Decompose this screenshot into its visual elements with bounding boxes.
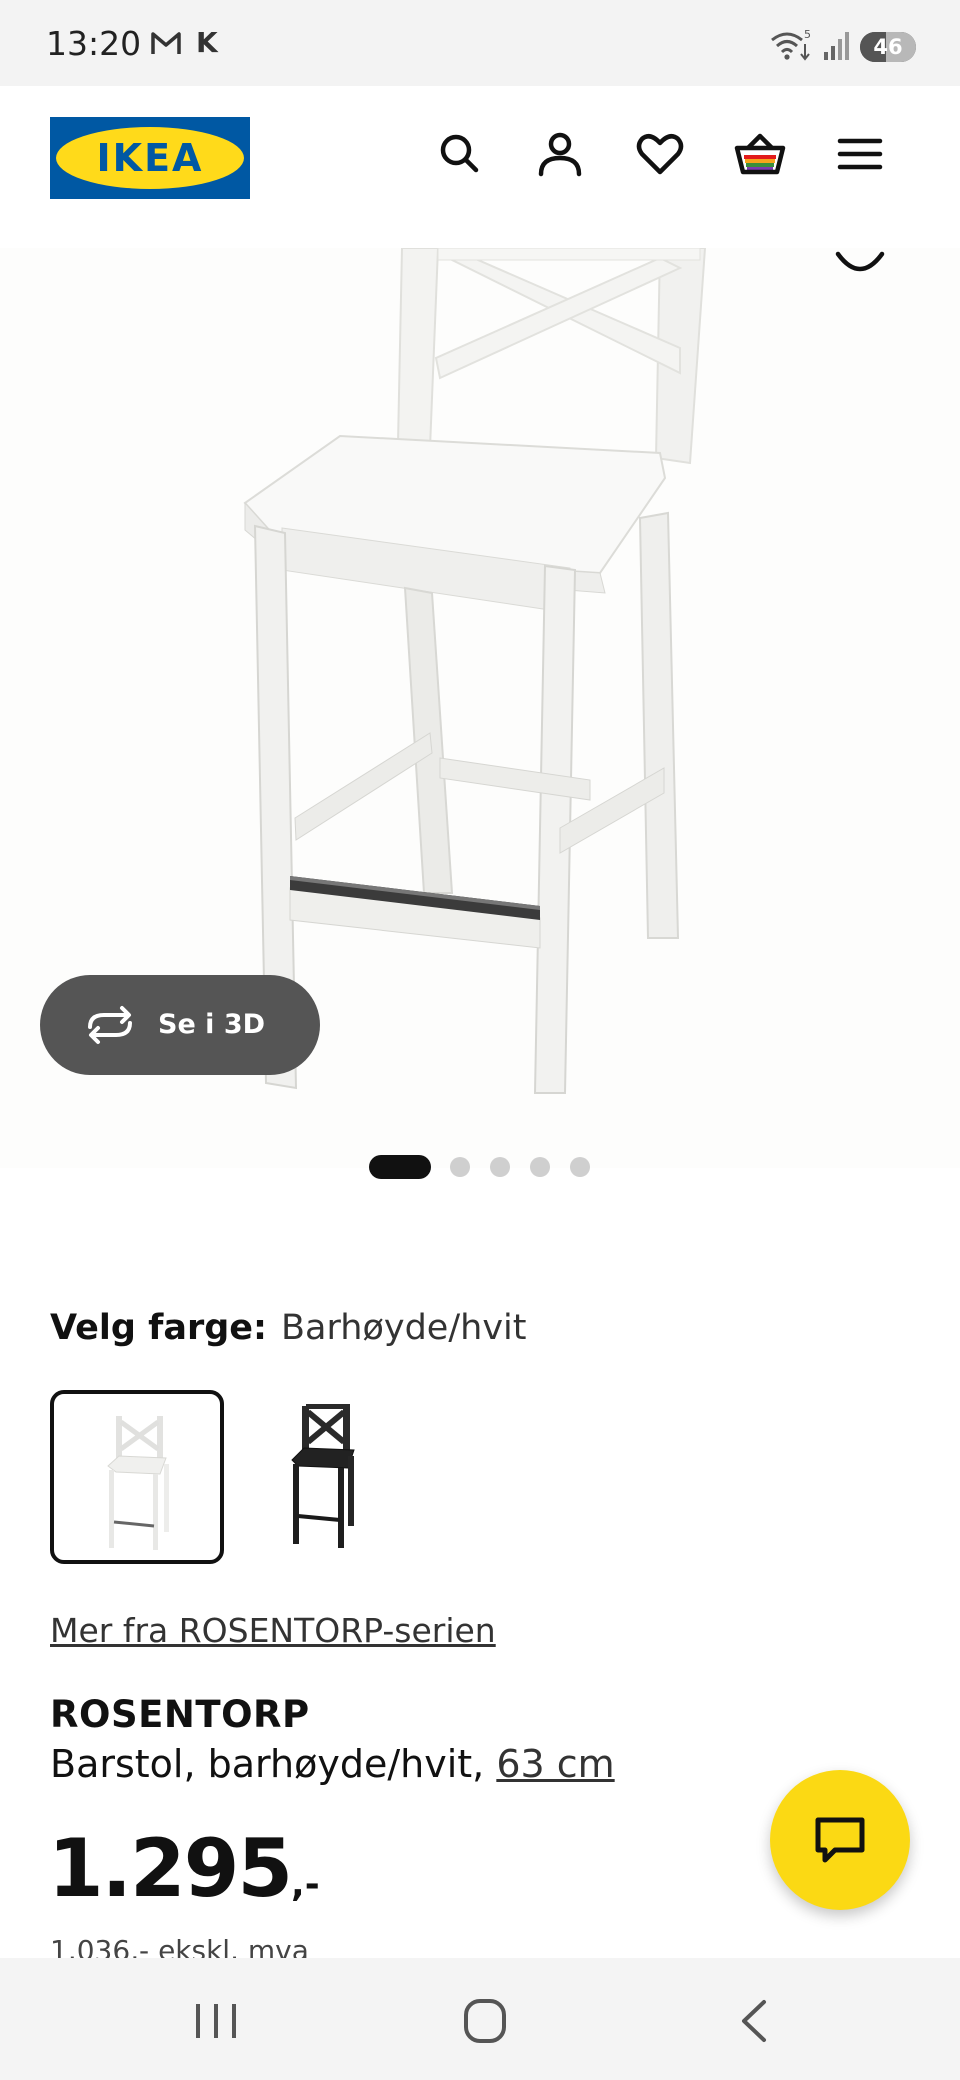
menu-icon[interactable] (832, 126, 888, 182)
gallery-dot-5[interactable] (570, 1157, 590, 1177)
search-icon[interactable] (432, 126, 488, 182)
gallery-dot-1[interactable] (369, 1155, 431, 1179)
product-size-link[interactable]: 63 cm (496, 1742, 614, 1786)
gallery-dot-2[interactable] (450, 1157, 470, 1177)
product-name: ROSENTORP (50, 1693, 310, 1736)
see-in-3d-label: Se i 3D (158, 1009, 266, 1040)
site-header: IKEA (0, 86, 960, 248)
color-select-value: Barhøyde/hvit (281, 1308, 527, 1348)
ikea-logo[interactable]: IKEA (50, 117, 250, 199)
product-description-text: Barstol, barhøyde/hvit, (50, 1742, 497, 1786)
favorites-icon[interactable] (632, 126, 688, 182)
black-stool-thumbnail (291, 1404, 355, 1548)
gmail-icon (151, 32, 181, 54)
wifi-label: 5 (804, 28, 811, 41)
product-description: Barstol, barhøyde/hvit, 63 cm (50, 1742, 615, 1786)
series-link[interactable]: Mer fra ROSENTORP-serien (50, 1611, 496, 1650)
price-suffix: ,- (291, 1864, 320, 1905)
color-option-black[interactable] (240, 1390, 414, 1564)
logo-text: IKEA (96, 136, 204, 180)
status-time: 13:20 (46, 24, 142, 63)
account-icon[interactable] (532, 126, 588, 182)
rotate-3d-icon (88, 1006, 132, 1044)
gallery-pagination (0, 1155, 960, 1179)
color-option-white[interactable] (50, 1390, 224, 1564)
home-icon[interactable] (454, 1998, 514, 2044)
product-price: 1.295,- (48, 1822, 320, 1915)
notification-k-icon: K (196, 26, 218, 59)
wifi-icon: 5 (771, 28, 811, 61)
signal-icon (824, 32, 849, 60)
product-image-gallery[interactable]: Se i 3D (0, 248, 960, 1168)
gallery-dot-4[interactable] (530, 1157, 550, 1177)
cart-icon[interactable] (732, 126, 788, 182)
status-bar: 13:20 K 5 46 (0, 0, 960, 86)
price-main: 1.295 (48, 1822, 293, 1915)
white-stool-thumbnail (107, 1416, 169, 1550)
back-icon[interactable] (724, 1998, 784, 2044)
see-in-3d-button[interactable]: Se i 3D (40, 975, 320, 1075)
recent-apps-icon[interactable] (186, 1998, 246, 2044)
battery-level: 46 (873, 35, 903, 59)
chat-button[interactable] (770, 1770, 910, 1910)
battery-indicator: 46 (860, 32, 916, 62)
system-nav-bar (0, 1958, 960, 2080)
chevron-down-icon[interactable] (832, 248, 888, 284)
color-select-label: Velg farge: (50, 1308, 268, 1348)
color-select-row: Velg farge: Barhøyde/hvit (50, 1308, 526, 1348)
chat-icon (815, 1817, 865, 1863)
gallery-dot-3[interactable] (490, 1157, 510, 1177)
